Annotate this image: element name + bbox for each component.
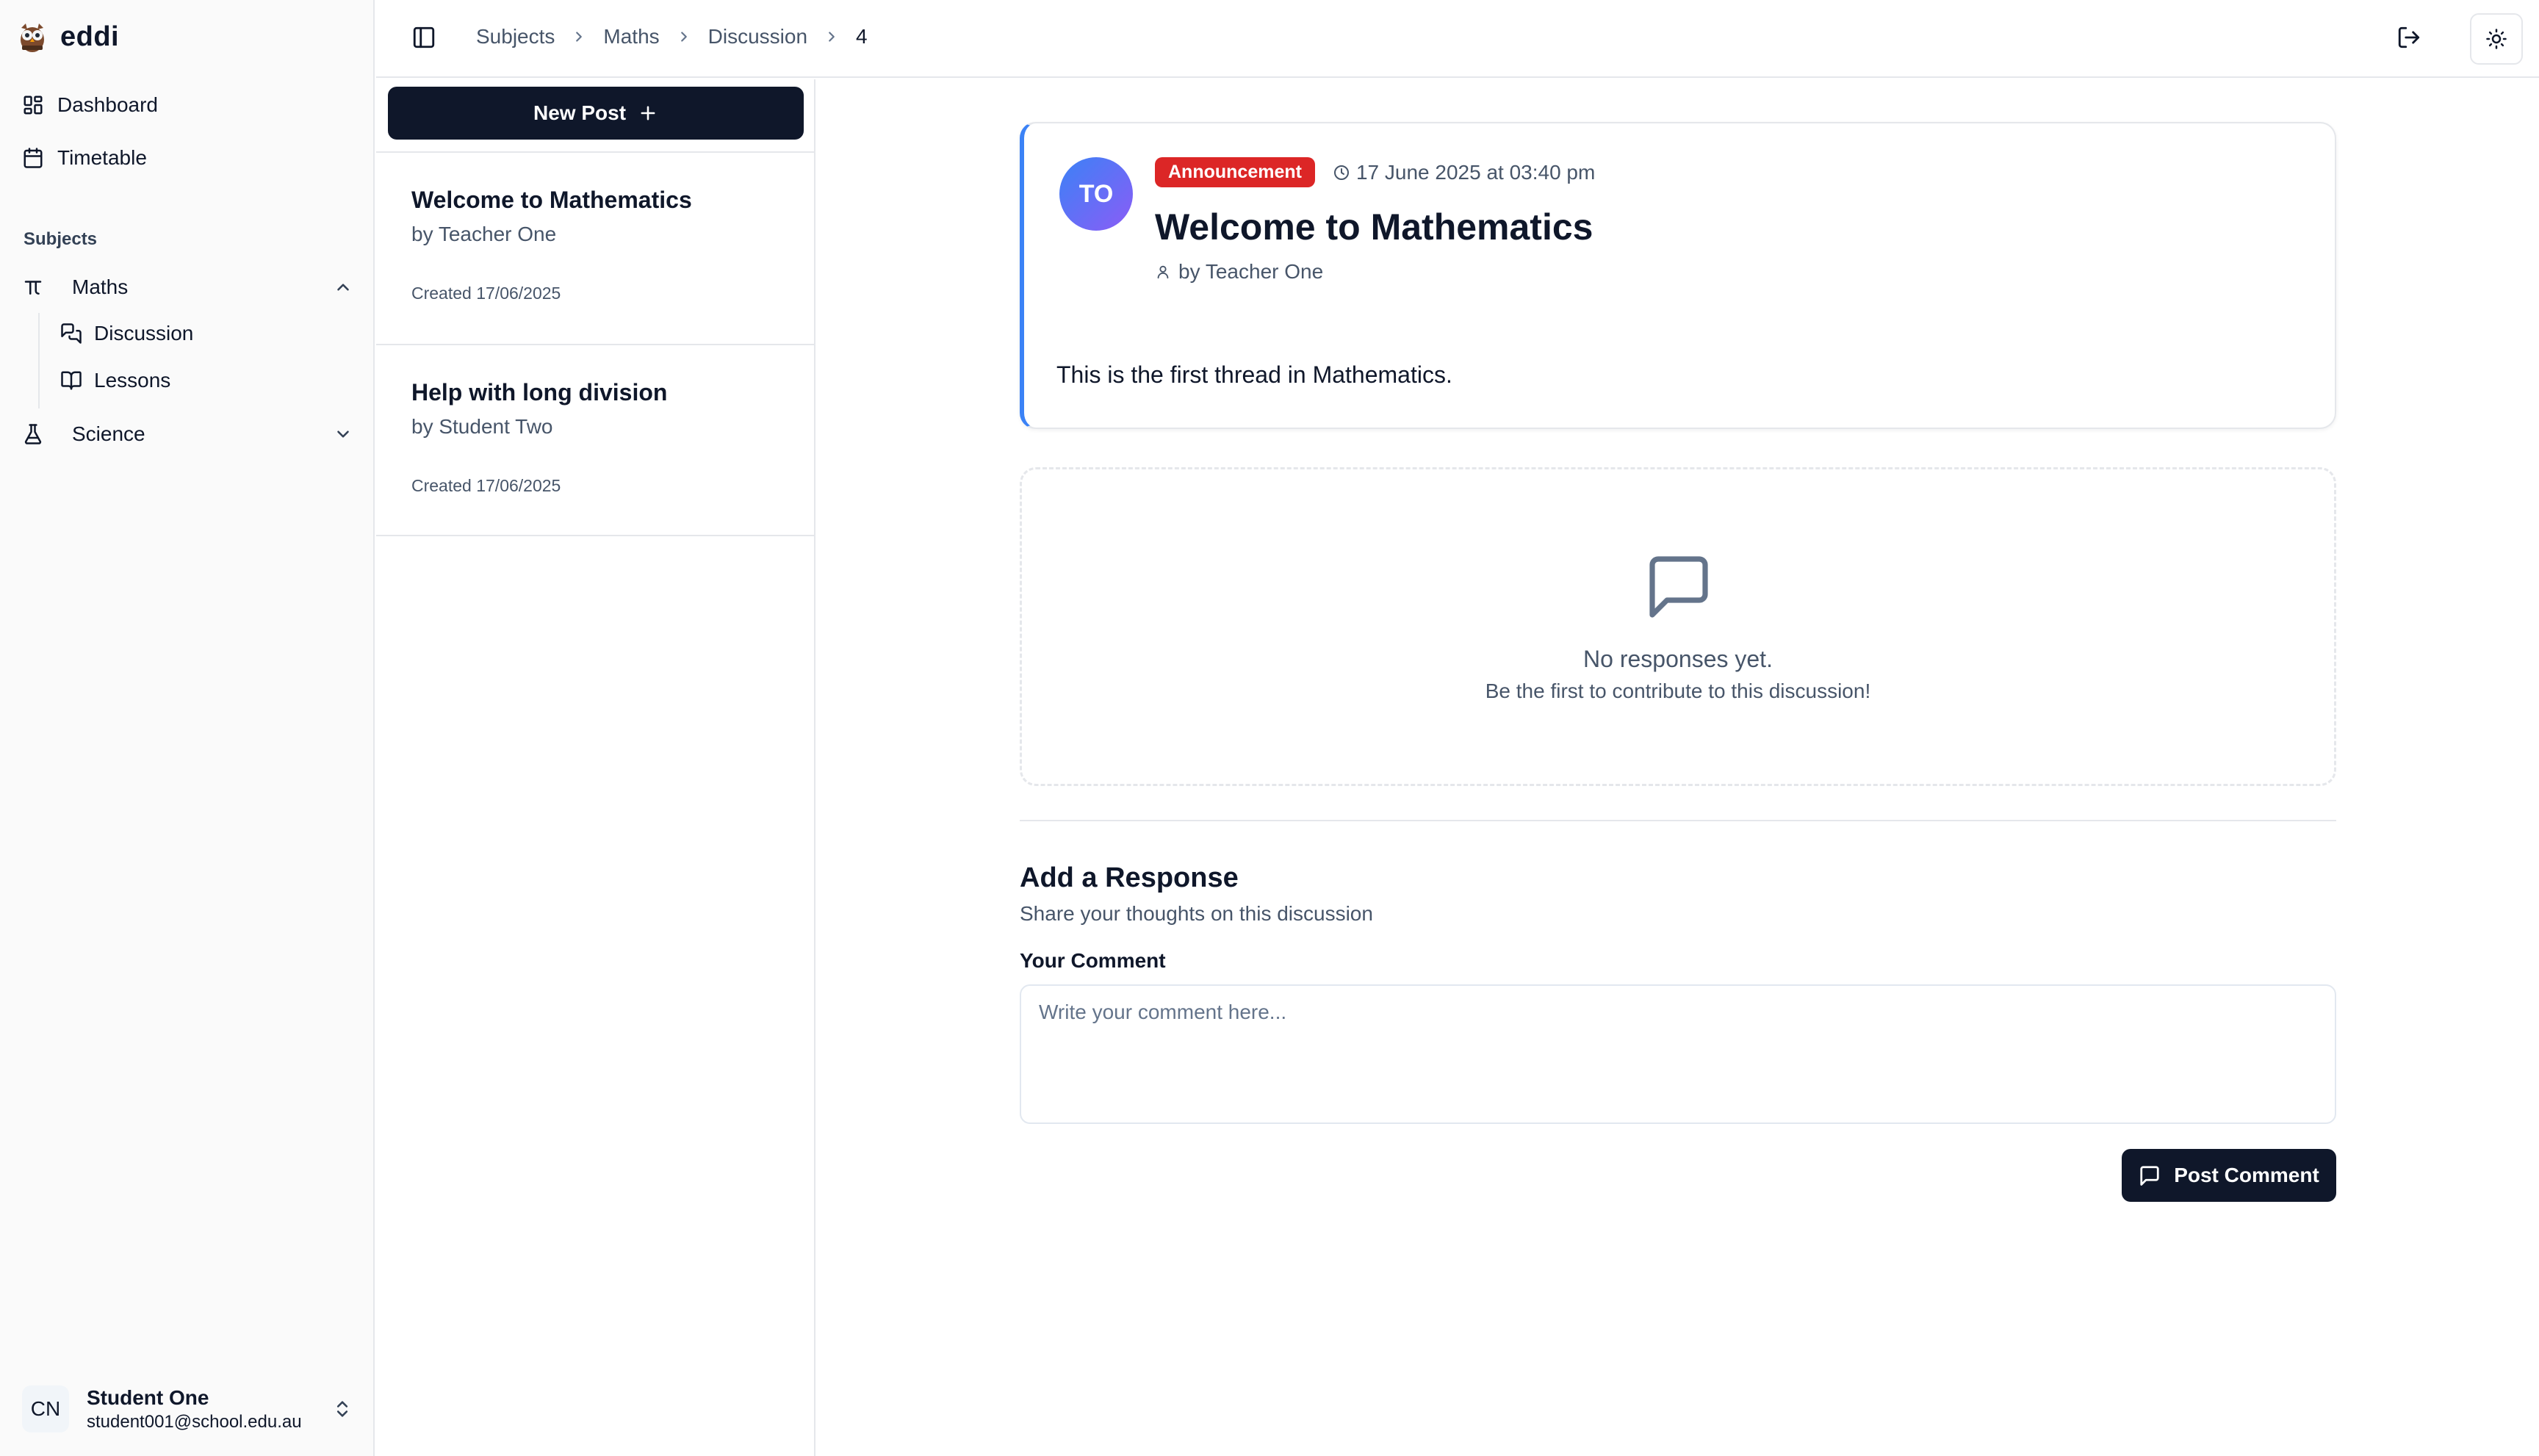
user-icon xyxy=(1155,264,1171,280)
sun-icon xyxy=(2485,28,2507,50)
subitem-discussion[interactable]: Discussion xyxy=(51,311,360,356)
subject-maths-label: Maths xyxy=(72,275,129,298)
comment-field-label: Your Comment xyxy=(1020,949,1166,972)
post-title: Help with long division xyxy=(411,379,668,406)
user-email: student001@school.edu.au xyxy=(87,1412,302,1432)
sidebar-toggle-icon[interactable] xyxy=(411,25,436,50)
app-name: eddi xyxy=(60,21,120,52)
post-created-date: Created 17/06/2025 xyxy=(411,476,561,495)
pi-icon xyxy=(22,276,44,298)
post-list-item[interactable]: Welcome to Mathematics by Teacher One Cr… xyxy=(376,151,814,344)
post-author: by Teacher One xyxy=(411,223,557,245)
chevron-right-icon xyxy=(676,29,692,45)
logout-icon[interactable] xyxy=(2396,25,2421,50)
user-avatar: CN xyxy=(22,1385,69,1432)
add-response-subtitle: Share your thoughts on this discussion xyxy=(1020,902,1373,925)
subitem-discussion-label: Discussion xyxy=(94,322,194,345)
thread-title: Welcome to Mathematics xyxy=(1155,206,1593,248)
submenu-rail xyxy=(38,313,40,408)
comment-textarea[interactable] xyxy=(1020,984,2336,1124)
announcement-badge: Announcement xyxy=(1155,157,1315,187)
app-root: eddi Dashboard Timetable Subjects Maths xyxy=(0,0,2539,1456)
post-comment-label: Post Comment xyxy=(2174,1164,2319,1186)
author-avatar: TO xyxy=(1059,157,1133,231)
chevron-up-icon[interactable] xyxy=(334,278,353,297)
post-author: by Student Two xyxy=(411,415,553,438)
sidebar: eddi Dashboard Timetable Subjects Maths xyxy=(0,0,375,1456)
chevron-down-icon[interactable] xyxy=(334,425,353,444)
plus-icon xyxy=(638,103,658,123)
breadcrumb-discussion[interactable]: Discussion xyxy=(708,25,807,48)
nav-dashboard[interactable]: Dashboard xyxy=(12,81,363,129)
brand[interactable]: eddi xyxy=(18,16,119,57)
post-list-panel: New Post Welcome to Mathematics by Teach… xyxy=(376,79,815,1456)
post-title: Welcome to Mathematics xyxy=(411,187,692,213)
thread-author-text: by Teacher One xyxy=(1178,260,1324,283)
subject-maths[interactable]: Maths xyxy=(12,264,363,310)
subitem-lessons[interactable]: Lessons xyxy=(51,358,360,403)
calendar-icon xyxy=(22,147,44,169)
message-square-icon xyxy=(1643,550,1714,621)
thread-timestamp: 17 June 2025 at 03:40 pm xyxy=(1333,161,1595,184)
post-created-date: Created 17/06/2025 xyxy=(411,284,561,303)
subjects-section-label: Subjects xyxy=(24,229,98,249)
thread-view: TO Announcement 17 June 2025 at 03:40 pm… xyxy=(817,79,2539,1456)
post-list-item[interactable]: Help with long division by Student Two C… xyxy=(376,344,814,536)
thread-timestamp-text: 17 June 2025 at 03:40 pm xyxy=(1355,160,1596,184)
thread-meta: Announcement 17 June 2025 at 03:40 pm xyxy=(1155,157,1595,187)
breadcrumb-current: 4 xyxy=(856,25,868,48)
flask-icon xyxy=(22,423,44,445)
breadcrumb: Subjects Maths Discussion 4 xyxy=(476,25,868,48)
chevron-right-icon xyxy=(824,29,840,45)
empty-title: No responses yet. xyxy=(1583,646,1773,672)
add-response-title: Add a Response xyxy=(1020,862,1239,893)
thread-card: TO Announcement 17 June 2025 at 03:40 pm… xyxy=(1020,122,2336,429)
messages-icon xyxy=(60,322,82,345)
new-post-button[interactable]: New Post xyxy=(388,87,804,140)
message-square-icon xyxy=(2139,1164,2161,1186)
subject-science-label: Science xyxy=(72,422,145,445)
user-menu[interactable]: CN Student One student001@school.edu.au xyxy=(12,1374,363,1444)
section-divider xyxy=(1020,820,2336,821)
breadcrumb-subjects[interactable]: Subjects xyxy=(476,25,555,48)
chevron-right-icon xyxy=(571,29,587,45)
book-icon xyxy=(60,370,82,392)
post-comment-button[interactable]: Post Comment xyxy=(2122,1149,2336,1202)
user-info: Student One student001@school.edu.au xyxy=(87,1385,302,1433)
subject-science[interactable]: Science xyxy=(12,411,363,457)
subitem-lessons-label: Lessons xyxy=(94,369,171,392)
nav-dashboard-label: Dashboard xyxy=(57,93,158,116)
top-header: Subjects Maths Discussion 4 xyxy=(376,0,2539,78)
nav-timetable[interactable]: Timetable xyxy=(12,134,363,182)
clock-icon xyxy=(1333,164,1350,181)
thread-body: This is the first thread in Mathematics. xyxy=(1056,361,1452,388)
user-name: Student One xyxy=(87,1386,209,1409)
nav-timetable-label: Timetable xyxy=(57,146,147,169)
theme-toggle-button[interactable] xyxy=(2470,13,2523,65)
empty-subtitle: Be the first to contribute to this discu… xyxy=(1485,680,1871,702)
thread-author: by Teacher One xyxy=(1155,260,1323,284)
owl-logo-icon xyxy=(18,21,47,53)
dashboard-icon xyxy=(22,94,44,116)
new-post-label: New Post xyxy=(533,101,627,124)
chevrons-up-down-icon xyxy=(332,1399,353,1419)
responses-empty-state: No responses yet. Be the first to contri… xyxy=(1020,467,2336,786)
breadcrumb-maths[interactable]: Maths xyxy=(603,25,659,48)
